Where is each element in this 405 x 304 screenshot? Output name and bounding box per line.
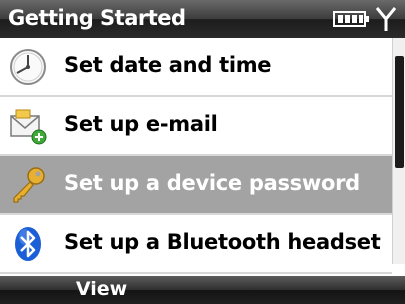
title-bar: Getting Started [0,0,405,38]
list-item-date-time[interactable]: Set date and time [0,38,392,97]
page-title: Getting Started [8,6,186,30]
list-item-label: Set up e-mail [64,112,218,136]
list-item-label: Set date and time [64,53,272,77]
scrollbar-thumb[interactable] [395,56,404,168]
bluetooth-icon [15,227,41,261]
scrollbar[interactable] [392,38,405,264]
getting-started-list: Set date and time Set up e-mail Set up a… [0,38,392,274]
list-item-label: Set up a device password [64,171,360,195]
signal-icon[interactable] [375,6,397,32]
list-item-email[interactable]: Set up e-mail [0,97,392,156]
list-item-label: Set up a Bluetooth headset [64,230,381,254]
list-item-bluetooth-headset[interactable]: Set up a Bluetooth headset [0,215,392,274]
softkey-bar: View [0,276,405,304]
view-softkey[interactable]: View [0,276,203,304]
battery-icon[interactable] [333,9,371,29]
clock-icon [10,49,46,85]
key-icon [13,167,45,203]
email-icon [10,109,47,145]
list-item-device-password[interactable]: Set up a device password [0,156,392,215]
